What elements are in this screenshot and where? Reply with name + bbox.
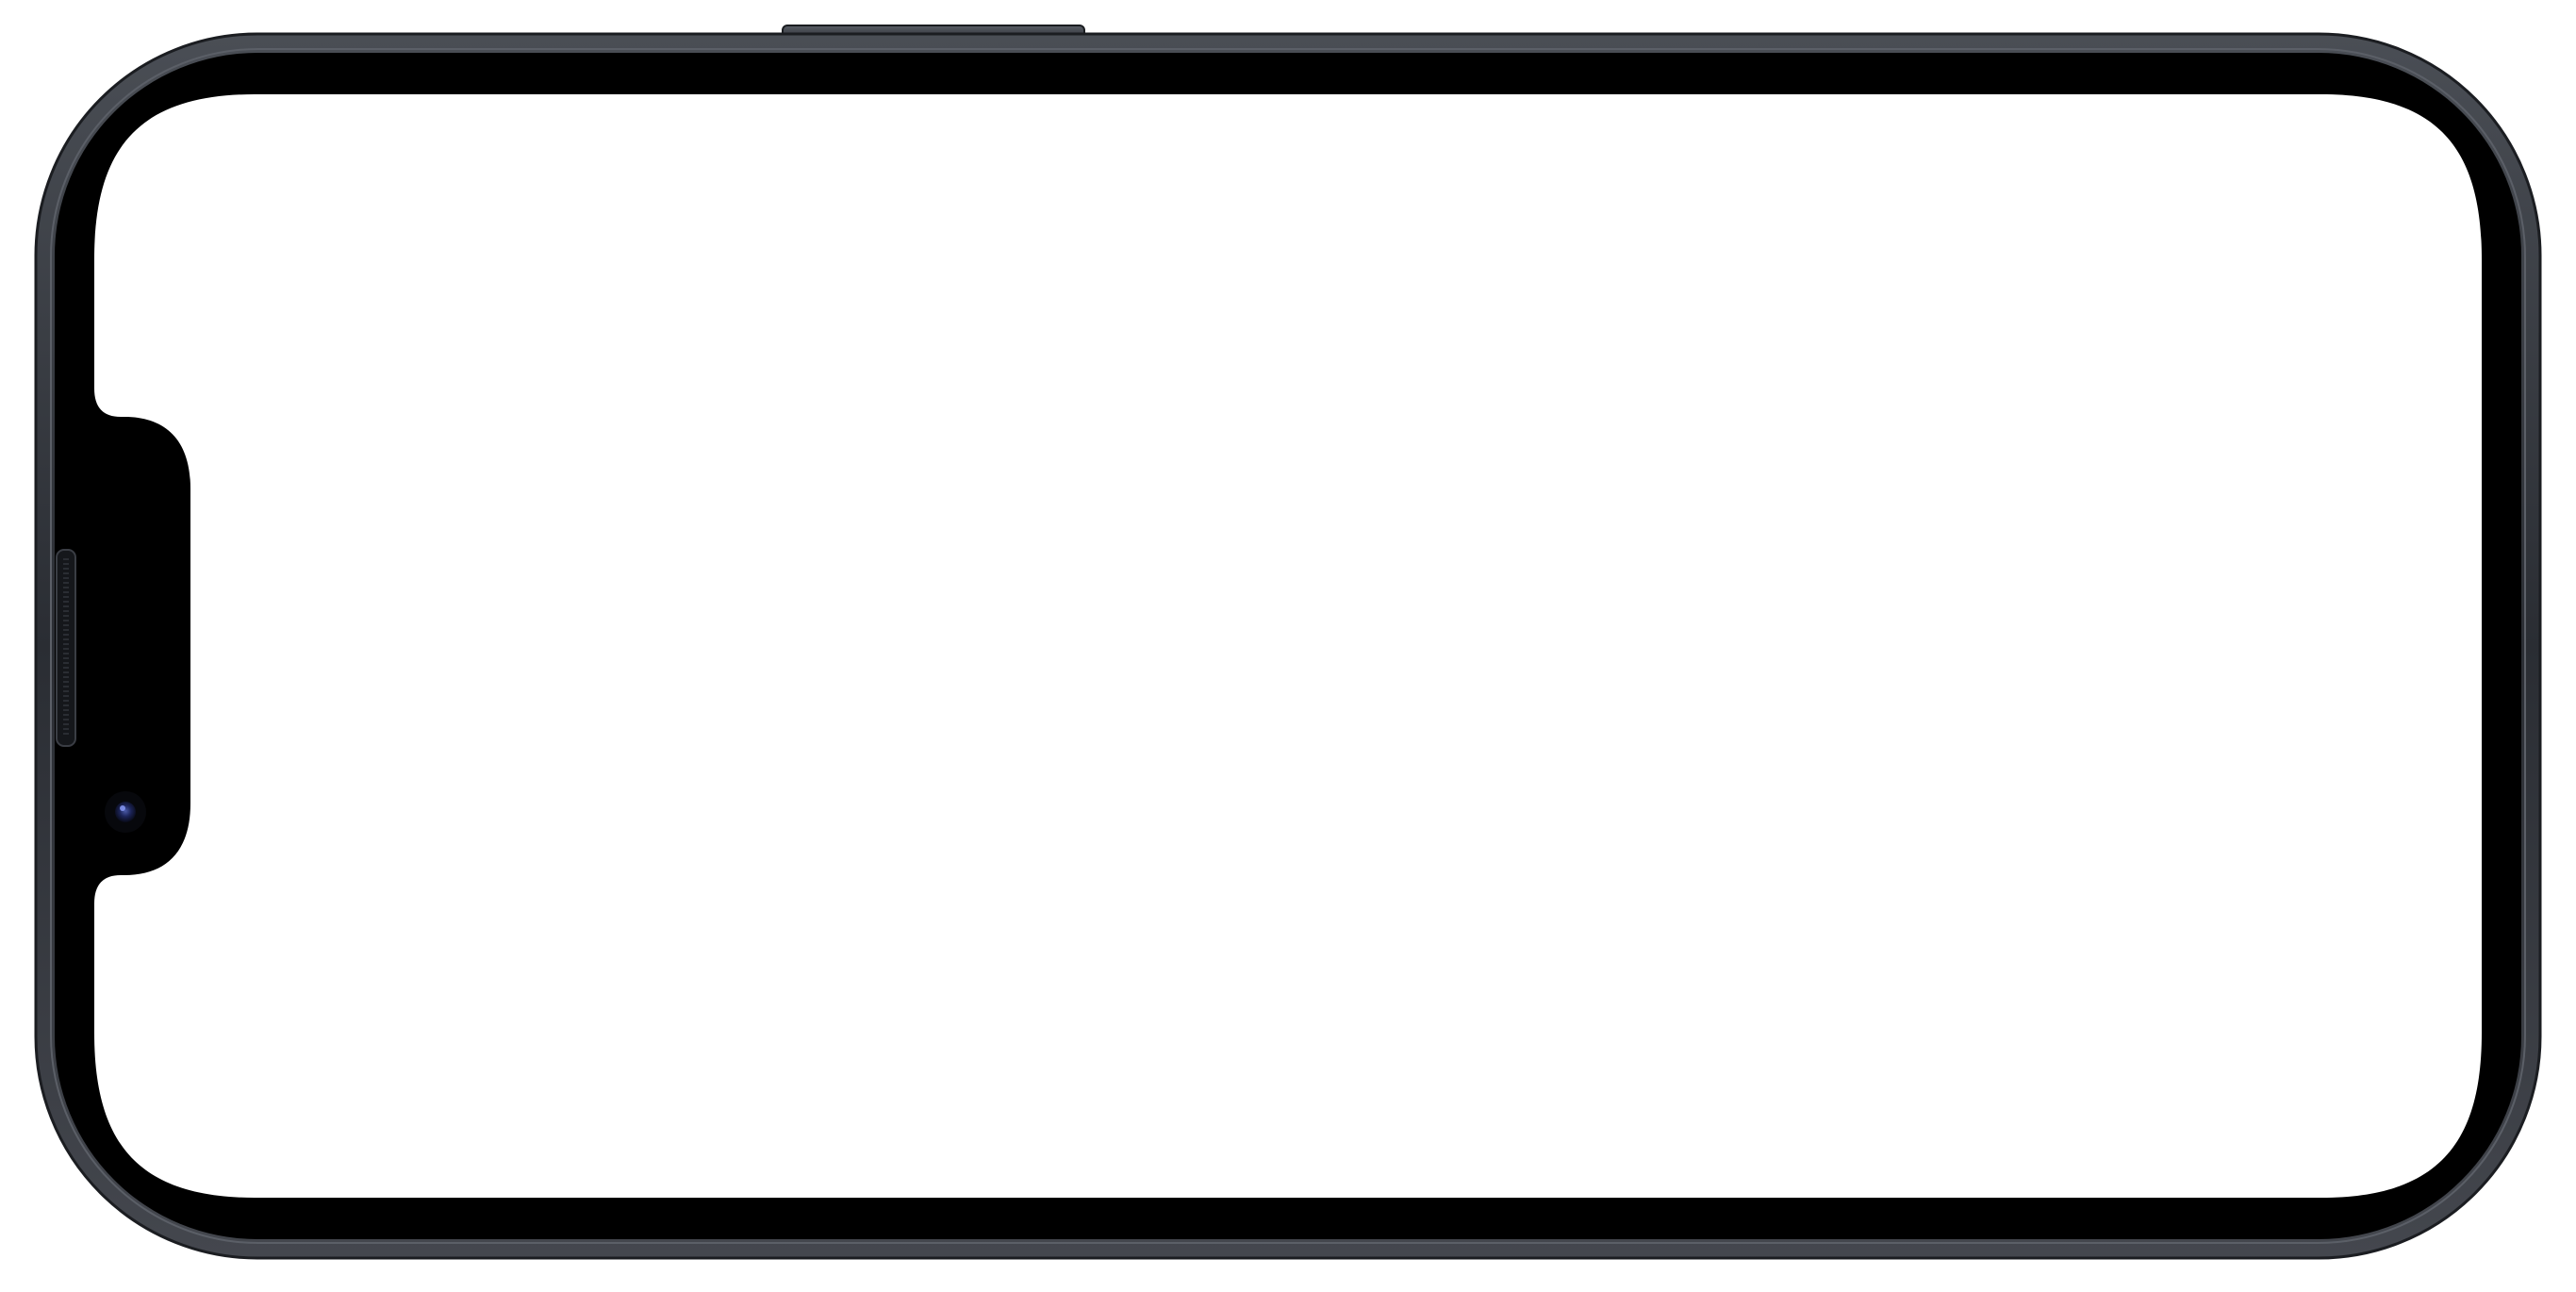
screen-display [94,94,2482,1198]
camera-glint-icon [120,805,125,811]
camera-lens-icon [115,802,136,822]
iphone-landscape-frame [34,25,2542,1260]
device-mockup [0,0,2576,1292]
